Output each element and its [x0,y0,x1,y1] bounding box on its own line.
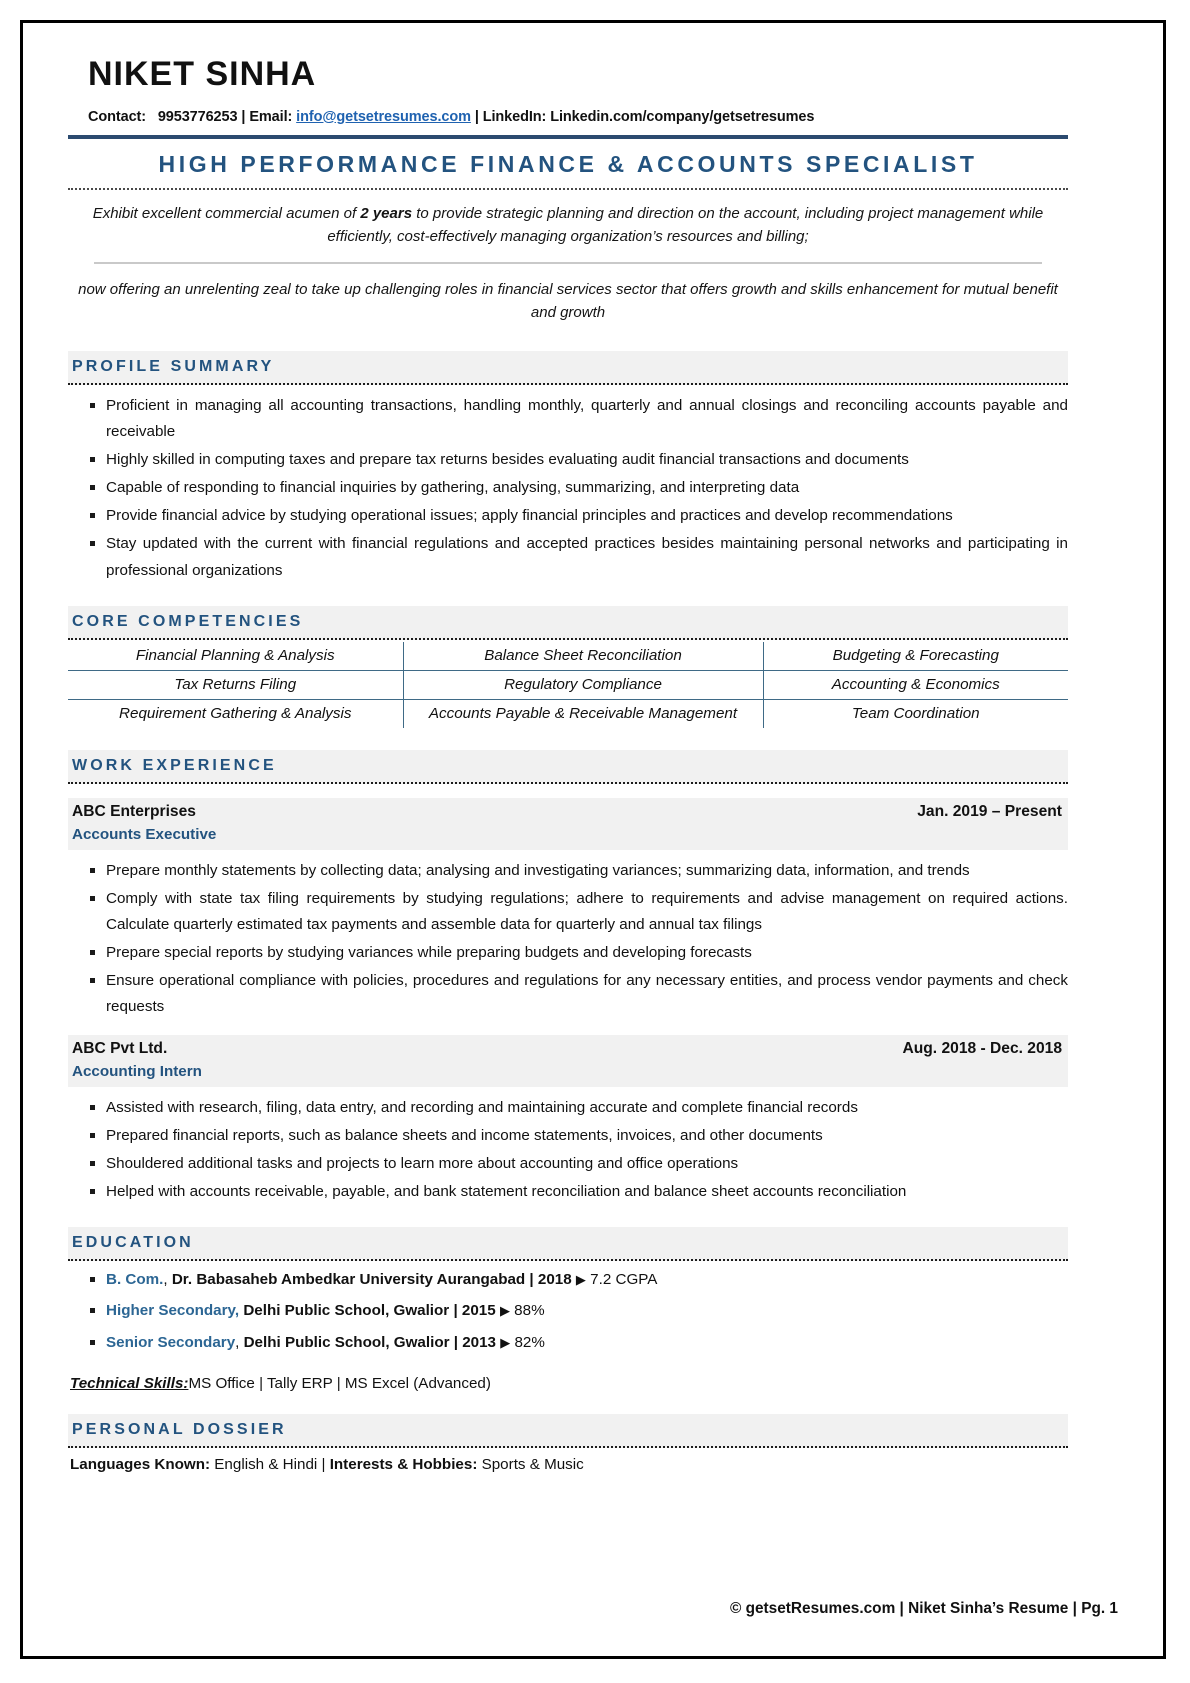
list-item: Shouldered additional tasks and projects… [68,1151,1068,1177]
list-item: Stay updated with the current with finan… [68,531,1068,583]
list-item: Ensure operational compliance with polic… [68,968,1068,1020]
list-item: Prepare monthly statements by collecting… [68,858,1068,884]
objective-secondary: now offering an unrelenting zeal to take… [78,281,1058,322]
table-cell: Regulatory Compliance [403,670,764,700]
table-row: Requirement Gathering & Analysis Account… [68,699,1068,728]
interests-label: Interests & Hobbies: [329,1455,478,1473]
section-title-work-experience: WORK EXPERIENCE [68,749,1068,784]
job-entry: ABC Pvt Ltd. Aug. 2018 - Dec. 2018 Accou… [68,1034,1068,1206]
education-institution: Dr. Babasaheb Ambedkar University Aurang… [171,1271,572,1289]
education-degree: B. Com. [106,1271,164,1289]
list-item: Prepare special reports by studying vari… [68,940,1068,966]
table-cell: Accounts Payable & Receivable Management [403,699,764,728]
section-title-core-competencies: CORE COMPETENCIES [68,605,1068,640]
list-item: Provide financial advice by studying ope… [68,503,1068,529]
separator-pipe-1: | [241,108,246,125]
professional-headline: HIGH PERFORMANCE FINANCE & ACCOUNTS SPEC… [68,139,1068,190]
profile-summary-list: Proficient in managing all accounting tr… [68,393,1068,584]
section-title-profile-summary: PROFILE SUMMARY [68,350,1068,385]
resume-content: NIKET SINHA Contact: 9953776253 | Email:… [68,55,1068,1473]
job-company-name: ABC Pvt Ltd. [72,1039,168,1057]
job-dates: Aug. 2018 - Dec. 2018 [902,1039,1063,1057]
technical-skills-line: Technical Skills:MS Office | Tally ERP |… [68,1375,1068,1392]
education-degree: Senior Secondary [106,1333,236,1351]
objective-part-1: Exhibit excellent commercial acumen of [92,204,361,222]
list-item: Higher Secondary, Delhi Public School, G… [68,1300,1068,1321]
contact-label: Contact: [88,108,147,125]
contact-line: Contact: 9953776253 | Email: info@getset… [88,109,1068,125]
education-institution: Delhi Public School, Gwalior | 2015 [243,1302,496,1320]
interests-value: Sports & Music [481,1455,584,1473]
languages-value: English & Hindi [214,1455,322,1473]
list-item: Prepared financial reports, such as bala… [68,1123,1068,1149]
job-role-title: Accounts Executive [68,823,1068,850]
education-separator: , [235,1333,244,1351]
list-item: Comply with state tax filing requirement… [68,886,1068,938]
dossier-separator: | [321,1455,330,1473]
objective-part-2: to provide strategic planning and direct… [327,204,1044,245]
list-item: B. Com., Dr. Babasaheb Ambedkar Universi… [68,1269,1068,1290]
technical-skills-value: MS Office | Tally ERP | MS Excel (Advanc… [188,1374,491,1392]
education-score: 88% [514,1302,545,1320]
education-score: 82% [514,1333,545,1351]
section-core-competencies: CORE COMPETENCIES Financial Planning & A… [68,605,1068,728]
core-competencies-table: Financial Planning & Analysis Balance Sh… [68,641,1068,728]
triangle-right-icon: ▶ [500,1334,511,1350]
job-entry: ABC Enterprises Jan. 2019 – Present Acco… [68,797,1068,1021]
job-responsibilities-list: Prepare monthly statements by collecting… [68,858,1068,1021]
triangle-right-icon: ▶ [499,1303,510,1319]
objective-statement: Exhibit excellent commercial acumen of 2… [68,190,1068,261]
section-work-experience: WORK EXPERIENCE ABC Enterprises Jan. 201… [68,749,1068,1206]
education-list: B. Com., Dr. Babasaheb Ambedkar Universi… [68,1269,1068,1353]
table-row: Financial Planning & Analysis Balance Sh… [68,641,1068,671]
job-responsibilities-list: Assisted with research, filing, data ent… [68,1095,1068,1206]
table-cell: Budgeting & Forecasting [763,641,1068,671]
list-item: Assisted with research, filing, data ent… [68,1095,1068,1121]
education-degree: Higher Secondary, [106,1302,240,1320]
table-row: Tax Returns Filing Regulatory Compliance… [68,670,1068,700]
job-company-name: ABC Enterprises [72,802,196,820]
objective-highlight: 2 years [360,204,413,222]
email-link[interactable]: info@getsetresumes.com [296,109,471,125]
section-personal-dossier: PERSONAL DOSSIER Languages Known: Englis… [68,1413,1068,1473]
section-profile-summary: PROFILE SUMMARY Proficient in managing a… [68,350,1068,584]
list-item: Capable of responding to financial inqui… [68,475,1068,501]
education-separator: , [163,1271,172,1289]
education-score: 7.2 CGPA [590,1271,658,1289]
job-header: ABC Pvt Ltd. Aug. 2018 - Dec. 2018 [68,1034,1068,1061]
table-cell: Balance Sheet Reconciliation [403,641,764,671]
job-header: ABC Enterprises Jan. 2019 – Present [68,797,1068,824]
table-cell: Accounting & Economics [763,670,1068,700]
languages-label: Languages Known: [70,1455,211,1473]
list-item: Senior Secondary, Delhi Public School, G… [68,1332,1068,1353]
table-cell: Team Coordination [851,704,980,722]
job-dates: Jan. 2019 – Present [917,802,1062,820]
resume-page: NIKET SINHA Contact: 9953776253 | Email:… [20,20,1166,1659]
technical-skills-label: Technical Skills: [70,1374,189,1392]
list-item: Highly skilled in computing taxes and pr… [68,447,1068,473]
linkedin-label: LinkedIn: [482,108,547,125]
education-institution: Delhi Public School, Gwalior | 2013 [243,1333,496,1351]
candidate-name: NIKET SINHA [88,55,317,93]
separator-pipe-2: | [474,108,479,125]
table-cell: Financial Planning & Analysis [68,641,404,671]
personal-dossier-line: Languages Known: English & Hindi | Inter… [68,1448,1068,1473]
section-title-education: EDUCATION [68,1227,1068,1262]
table-cell: Requirement Gathering & Analysis [68,699,404,728]
linkedin-value: Linkedin.com/company/getsetresumes [550,108,815,125]
job-role-title: Accounting Intern [68,1060,1068,1087]
list-item: Proficient in managing all accounting tr… [68,393,1068,445]
page-footer: © getsetResumes.com | Niket Sinha’s Resu… [729,1600,1118,1617]
list-item: Helped with accounts receivable, payable… [68,1179,1068,1205]
phone-number: 9953776253 [157,108,238,125]
triangle-right-icon: ▶ [575,1272,586,1288]
table-cell: Tax Returns Filing [68,670,404,700]
section-education: EDUCATION B. Com., Dr. Babasaheb Ambedka… [68,1227,1068,1392]
section-title-personal-dossier: PERSONAL DOSSIER [68,1413,1068,1448]
email-label: Email: [249,108,293,125]
